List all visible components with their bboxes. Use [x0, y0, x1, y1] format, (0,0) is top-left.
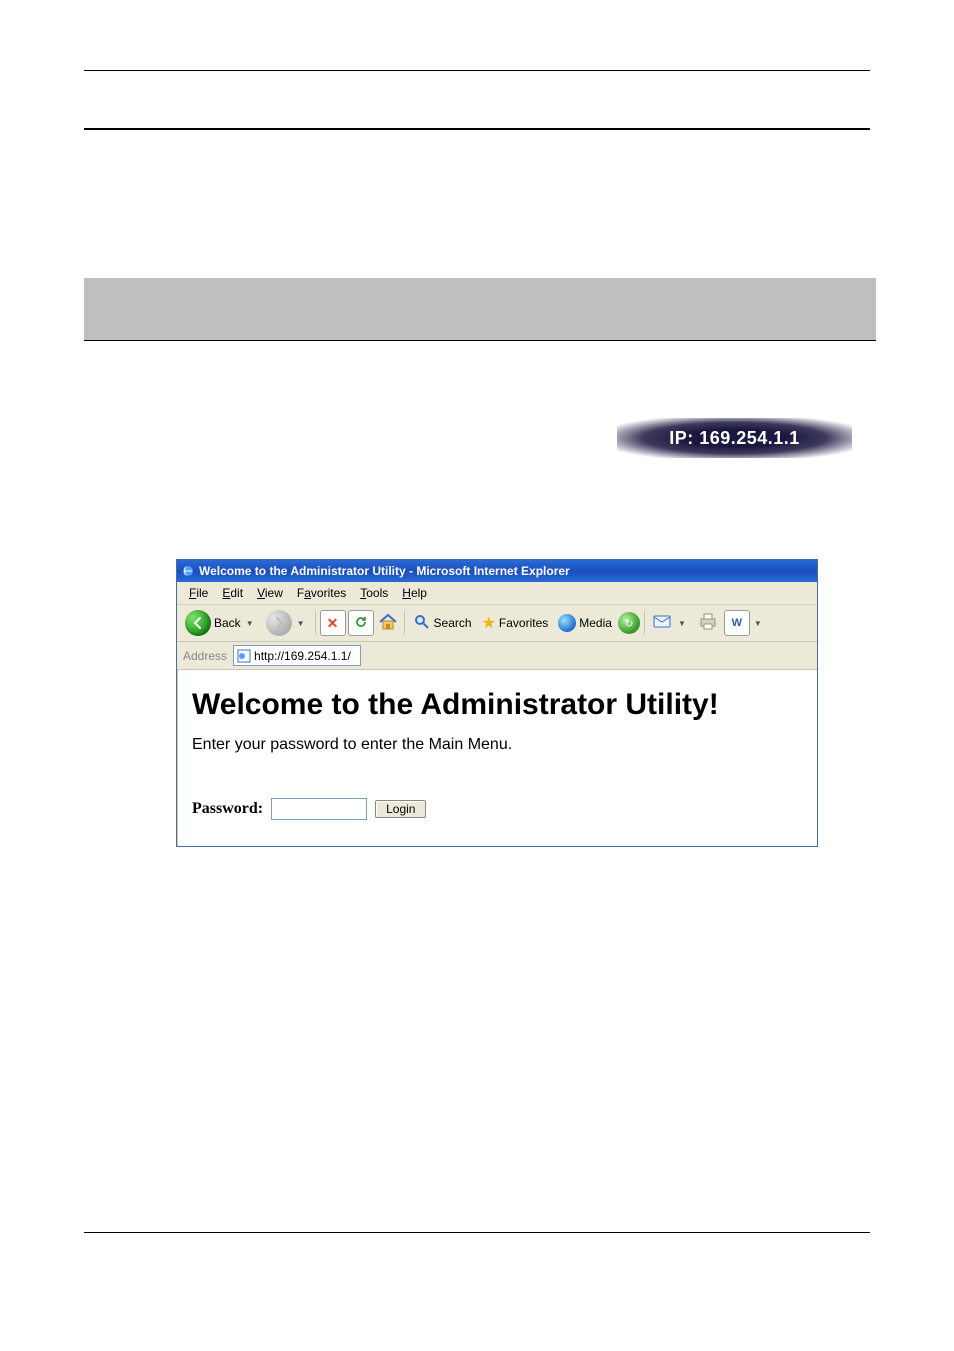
mail-icon: [653, 614, 673, 633]
password-row: Password: Login: [192, 798, 803, 820]
window-title: Welcome to the Administrator Utility - M…: [199, 564, 570, 578]
star-icon: ★: [482, 613, 496, 633]
toolbar-separator: [404, 611, 405, 635]
mail-dropdown-icon[interactable]: ▼: [676, 619, 688, 628]
forward-button[interactable]: ▼: [262, 608, 311, 638]
search-icon: [413, 613, 431, 634]
page-content: Welcome to the Administrator Utility! En…: [177, 670, 817, 846]
password-label: Password:: [192, 800, 263, 818]
home-button[interactable]: [376, 611, 400, 635]
page-heading: Welcome to the Administrator Utility!: [192, 688, 803, 722]
browser-window: Welcome to the Administrator Utility - M…: [176, 559, 818, 847]
ip-badge: IP: 169.254.1.1: [617, 418, 852, 458]
divider-bottom: [84, 1232, 870, 1233]
window-titlebar[interactable]: Welcome to the Administrator Utility - M…: [177, 560, 817, 582]
menu-favorites[interactable]: Favorites: [291, 584, 352, 602]
address-label: Address: [181, 649, 229, 663]
login-button[interactable]: Login: [375, 800, 426, 818]
menu-tools[interactable]: Tools: [354, 584, 394, 602]
clock-icon: ↻: [624, 617, 633, 630]
refresh-button[interactable]: [348, 610, 374, 636]
favorites-label: Favorites: [499, 616, 548, 630]
ip-badge-text: IP: 169.254.1.1: [669, 428, 800, 449]
back-dropdown-icon[interactable]: ▼: [244, 619, 256, 628]
stop-button[interactable]: ✕: [320, 610, 346, 636]
media-label: Media: [579, 616, 612, 630]
back-button[interactable]: Back ▼: [181, 608, 260, 638]
history-button[interactable]: ↻: [618, 612, 640, 634]
print-button[interactable]: [694, 611, 722, 636]
address-bar: Address http://169.254.1.1/: [177, 642, 817, 670]
favorites-button[interactable]: ★ Favorites: [478, 611, 553, 635]
menu-help[interactable]: Help: [396, 584, 433, 602]
stop-icon: ✕: [327, 615, 339, 632]
page-prompt: Enter your password to enter the Main Me…: [192, 736, 803, 754]
divider-top: [84, 70, 870, 71]
refresh-icon: [354, 615, 368, 632]
mail-button[interactable]: ▼: [649, 612, 692, 635]
back-arrow-icon: [185, 610, 211, 636]
forward-arrow-icon: [266, 610, 292, 636]
ie-logo-icon: [181, 564, 195, 578]
overflow-dropdown-icon[interactable]: ▼: [752, 619, 764, 628]
forward-dropdown-icon[interactable]: ▼: [295, 619, 307, 628]
page-favicon-icon: [237, 649, 251, 663]
back-label: Back: [214, 616, 241, 630]
media-button[interactable]: Media: [554, 612, 616, 634]
password-input[interactable]: [271, 798, 367, 820]
menu-view[interactable]: View: [251, 584, 289, 602]
word-icon: W: [732, 617, 742, 629]
menu-file[interactable]: File: [183, 584, 214, 602]
toolbar-separator: [315, 611, 316, 635]
media-icon: [558, 614, 576, 632]
search-button[interactable]: Search: [409, 611, 476, 636]
address-url: http://169.254.1.1/: [254, 649, 351, 663]
home-icon: [377, 611, 399, 636]
search-label: Search: [434, 616, 472, 630]
toolbar: Back ▼ ▼ ✕: [177, 605, 817, 642]
divider-bold: [84, 128, 870, 130]
menubar: File Edit View Favorites Tools Help: [177, 582, 817, 605]
word-button[interactable]: W: [724, 610, 750, 636]
toolbar-separator: [644, 611, 645, 635]
grey-banner: [84, 278, 876, 341]
menu-edit[interactable]: Edit: [216, 584, 249, 602]
address-field[interactable]: http://169.254.1.1/: [233, 645, 361, 666]
print-icon: [698, 613, 718, 634]
